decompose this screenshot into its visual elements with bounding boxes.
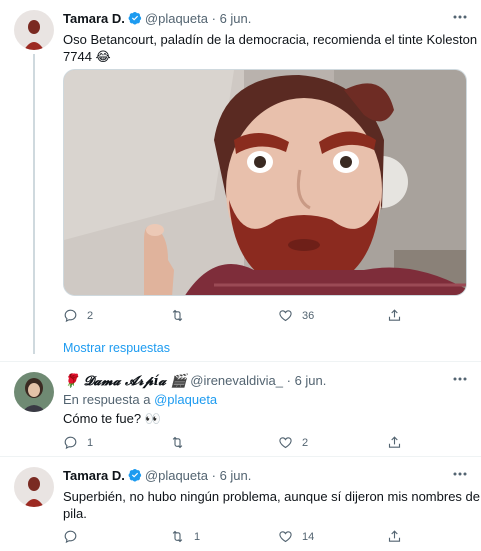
more-options-icon[interactable] (452, 376, 468, 382)
tweet-text-line: pila. (63, 506, 87, 521)
reply-count: 1 (87, 436, 94, 449)
tweet-1[interactable]: Tamara D. @plaqueta · 6 jun. Oso Betancou… (0, 0, 481, 362)
heart-icon (279, 437, 292, 449)
verified-badge-icon (128, 469, 142, 482)
author-name[interactable]: Tamara D. (63, 468, 125, 483)
more-options-icon[interactable] (452, 471, 468, 477)
tweet-date[interactable]: 6 jun. (220, 11, 252, 26)
retweet-button[interactable] (170, 308, 194, 323)
more-options-icon[interactable] (452, 14, 468, 20)
retweet-button[interactable] (170, 435, 194, 450)
tweet-text: Superbién, no hubo ningún problema, aunq… (63, 488, 480, 522)
tweet-3[interactable]: Tamara D. @plaqueta · 6 jun. Superbién, n… (0, 457, 481, 551)
reply-count: 2 (87, 309, 94, 322)
tweet-2[interactable]: 🌹 𝓓𝓪𝓶𝓪 𝓐𝓻𝓹í𝓪 🎬 @irenevaldivia_ · 6 jun. … (0, 362, 481, 455)
share-button[interactable] (387, 529, 411, 544)
retweet-button[interactable]: 1 (170, 529, 200, 544)
author-name[interactable]: 🌹 𝓓𝓪𝓶𝓪 𝓐𝓻𝓹í𝓪 🎬 (63, 374, 187, 389)
reply-icon (64, 309, 77, 323)
tweet-photo[interactable] (63, 69, 467, 296)
reply-button[interactable]: 2 (63, 308, 93, 323)
like-button[interactable]: 14 (278, 529, 314, 544)
tweet-date[interactable]: 6 jun. (220, 468, 252, 483)
like-count: 14 (302, 530, 315, 543)
separator: · (286, 373, 291, 388)
reply-icon (64, 530, 77, 544)
tweet-header: Tamara D. @plaqueta · 6 jun. (63, 11, 251, 27)
author-handle[interactable]: @irenevaldivia_ (190, 373, 283, 388)
avatar[interactable] (14, 467, 54, 507)
retweet-icon (172, 309, 183, 322)
author-name[interactable]: Tamara D. (63, 11, 125, 26)
tweet-actions: 1 2 (63, 435, 443, 455)
retweet-icon (172, 530, 183, 543)
author-handle[interactable]: @plaqueta (145, 468, 208, 483)
tweet-text: Cómo te fue? 👀 (63, 411, 161, 426)
like-button[interactable]: 36 (278, 308, 314, 323)
separator: · (211, 468, 216, 483)
tweet-actions: 1 14 (63, 529, 443, 549)
tweet-header: 🌹 𝓓𝓪𝓶𝓪 𝓐𝓻𝓹í𝓪 🎬 @irenevaldivia_ · 6 jun. (63, 373, 326, 390)
tweet-text: Oso Betancourt, paladín de la democracia… (63, 31, 477, 65)
reply-handle-link[interactable]: @plaqueta (154, 392, 217, 407)
share-icon (388, 436, 401, 448)
heart-icon (279, 310, 292, 322)
tweet-text-line: Oso Betancourt, paladín de la democracia… (63, 32, 478, 47)
like-count: 2 (302, 436, 309, 449)
retweet-count: 1 (194, 530, 201, 543)
reply-icon (64, 436, 77, 450)
like-button[interactable]: 2 (278, 435, 308, 450)
share-icon (388, 530, 401, 542)
reply-button[interactable]: 1 (63, 435, 93, 450)
tweet-actions: 2 36 (63, 308, 443, 328)
avatar[interactable] (14, 372, 54, 412)
share-button[interactable] (387, 308, 411, 323)
reply-context: En respuesta a @plaqueta (63, 392, 217, 408)
tweet-text-line: Superbién, no hubo ningún problema, aunq… (63, 489, 480, 504)
tweet-date[interactable]: 6 jun. (295, 373, 327, 388)
avatar[interactable] (14, 10, 54, 50)
reply-prefix: En respuesta a (63, 392, 151, 407)
verified-badge-icon (128, 12, 142, 25)
thread-line (33, 54, 35, 354)
share-button[interactable] (387, 435, 411, 450)
reply-button[interactable] (63, 529, 87, 544)
separator: · (211, 11, 216, 26)
author-handle[interactable]: @plaqueta (145, 11, 208, 26)
retweet-icon (172, 436, 183, 449)
show-replies-link[interactable]: Mostrar respuestas (63, 341, 170, 355)
share-icon (388, 309, 401, 321)
tweet-text-line: 7744 😂 (63, 49, 111, 64)
like-count: 36 (302, 309, 315, 322)
heart-icon (279, 531, 292, 543)
tweet-header: Tamara D. @plaqueta · 6 jun. (63, 468, 251, 484)
